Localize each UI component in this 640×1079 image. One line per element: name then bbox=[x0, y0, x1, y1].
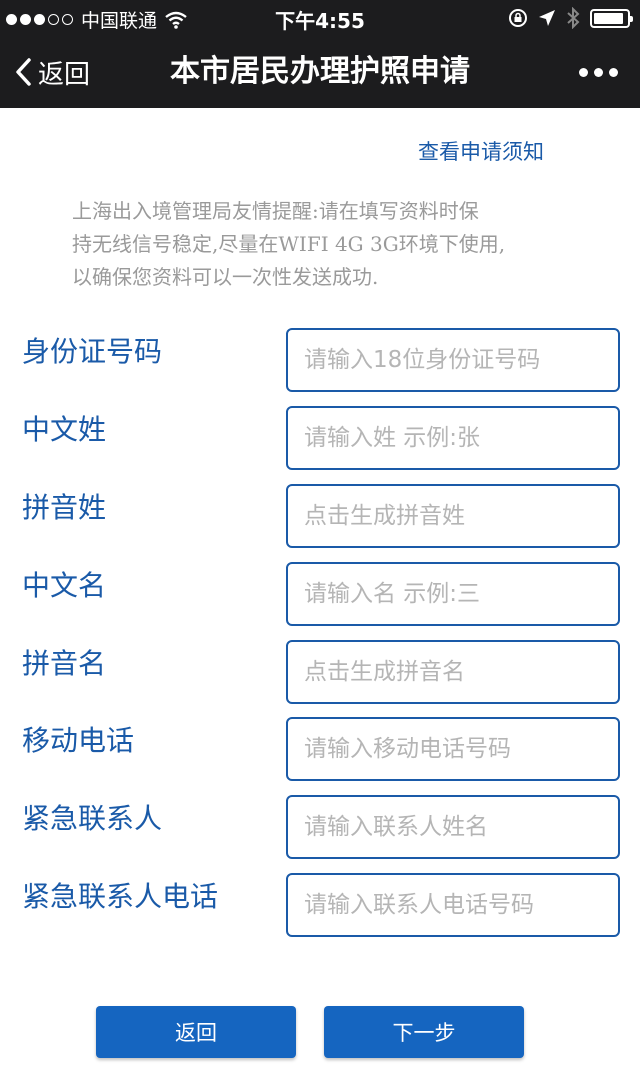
reminder-line: 持无线信号稳定,尽量在WIFI 4G 3G环境下使用, bbox=[72, 232, 506, 256]
emergency-contact-label: 紧急联系人 bbox=[22, 802, 163, 835]
chinese-surname-input[interactable] bbox=[286, 406, 620, 470]
pinyin-given-name-label: 拼音名 bbox=[22, 647, 107, 680]
chinese-given-name-input[interactable] bbox=[286, 562, 620, 626]
more-dot-icon bbox=[594, 67, 603, 77]
more-dot-icon bbox=[609, 67, 618, 77]
emergency-contact-input[interactable] bbox=[286, 795, 620, 859]
id-number-label: 身份证号码 bbox=[22, 335, 163, 368]
emergency-contact-phone-input[interactable] bbox=[286, 873, 620, 937]
battery-icon bbox=[590, 8, 633, 28]
back-button[interactable]: 返回 bbox=[96, 1006, 296, 1058]
rotation-lock-icon bbox=[509, 9, 527, 27]
nav-bar: 返回 本市居民办理护照申请 bbox=[0, 36, 640, 108]
more-menu-button[interactable] bbox=[579, 36, 618, 108]
mobile-phone-input[interactable] bbox=[286, 717, 620, 781]
status-right bbox=[508, 7, 633, 29]
reminder-text: 上海出入境管理局友情提醒:请在填写资料时保 持无线信号稳定,尽量在WIFI 4G… bbox=[72, 195, 572, 294]
pinyin-given-name-input[interactable] bbox=[286, 640, 620, 704]
bluetooth-icon bbox=[567, 7, 580, 29]
pinyin-surname-input[interactable] bbox=[286, 484, 620, 548]
next-step-button[interactable]: 下一步 bbox=[324, 1006, 524, 1058]
chinese-given-name-label: 中文名 bbox=[22, 569, 107, 602]
reminder-line: 以确保您资料可以一次性发送成功. bbox=[72, 265, 379, 289]
status-bar: 中国联通 下午4:55 bbox=[0, 0, 640, 36]
location-arrow-icon bbox=[539, 10, 555, 26]
id-number-input[interactable] bbox=[286, 328, 620, 392]
mobile-phone-label: 移动电话 bbox=[22, 724, 135, 757]
more-dot-icon bbox=[579, 67, 588, 77]
page-title: 本市居民办理护照申请 bbox=[170, 54, 470, 89]
chinese-surname-label: 中文姓 bbox=[22, 413, 107, 446]
emergency-contact-phone-label: 紧急联系人电话 bbox=[22, 880, 219, 913]
view-notice-link[interactable]: 查看申请须知 bbox=[418, 136, 544, 166]
reminder-line: 上海出入境管理局友情提醒:请在填写资料时保 bbox=[72, 199, 479, 223]
pinyin-surname-label: 拼音姓 bbox=[22, 491, 107, 524]
battery-fill bbox=[594, 12, 623, 24]
